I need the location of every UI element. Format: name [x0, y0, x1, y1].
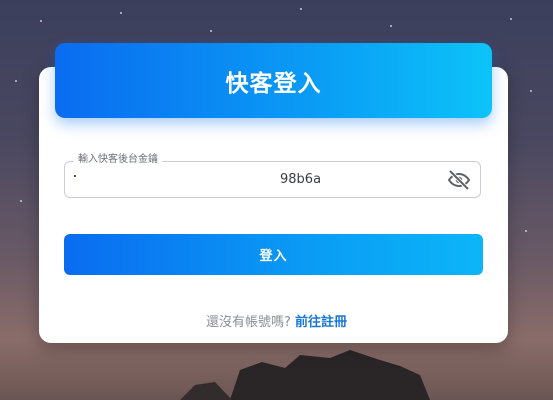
star	[20, 200, 22, 202]
rock-silhouette	[180, 350, 430, 400]
star	[120, 12, 122, 14]
register-prompt: 還沒有帳號嗎? 前往註冊	[0, 311, 553, 330]
star	[390, 25, 392, 27]
star	[300, 8, 302, 10]
star	[210, 30, 212, 32]
page-title: 快客登入	[225, 70, 322, 97]
no-account-text: 還沒有帳號嗎?	[205, 315, 291, 330]
star	[15, 80, 17, 82]
star	[510, 18, 512, 20]
star	[525, 230, 527, 232]
star	[530, 90, 532, 92]
login-header: 快客登入	[55, 43, 492, 118]
api-key-label: 輸入快客後台金鑰	[74, 153, 162, 167]
register-link[interactable]: 前往註冊	[295, 315, 347, 330]
api-key-value[interactable]: 98b6a	[280, 172, 321, 187]
eye-off-icon[interactable]	[447, 168, 471, 192]
star	[40, 20, 42, 22]
login-button[interactable]: 登入	[64, 234, 483, 275]
cursor-mark	[74, 175, 76, 177]
